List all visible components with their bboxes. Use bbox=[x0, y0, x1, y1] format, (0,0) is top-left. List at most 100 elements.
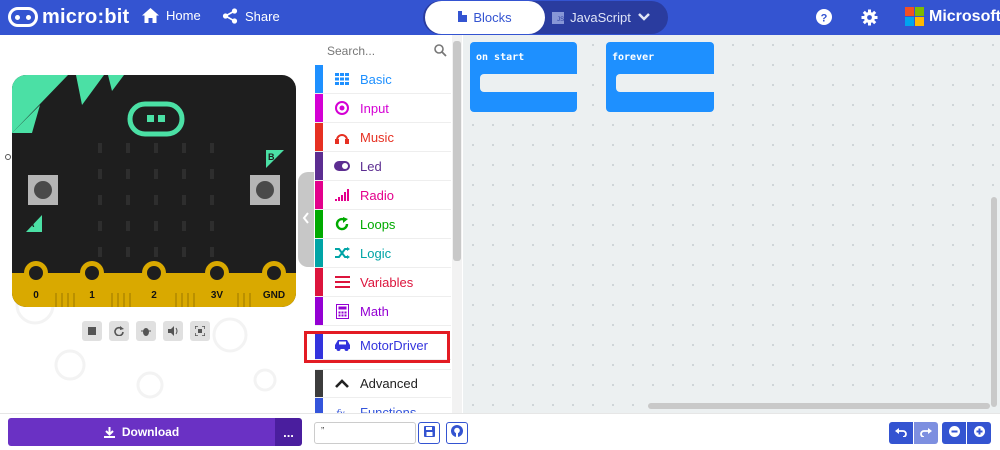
category-label: Music bbox=[360, 129, 394, 145]
forever-block[interactable]: forever bbox=[606, 42, 714, 112]
search-input[interactable]: Search... bbox=[315, 37, 451, 65]
toggle-icon bbox=[333, 157, 351, 175]
toolbox-scrollbar[interactable] bbox=[452, 35, 462, 413]
chevron-up-icon bbox=[333, 375, 351, 393]
microsoft-logo[interactable]: Microsoft bbox=[905, 7, 1000, 26]
share-button[interactable]: Share bbox=[222, 8, 280, 24]
tab-javascript-label: JavaScript bbox=[570, 10, 631, 25]
home-label: Home bbox=[166, 8, 201, 23]
brand-label: Microsoft bbox=[929, 7, 1000, 25]
share-label: Share bbox=[245, 8, 280, 24]
redo-icon bbox=[920, 424, 932, 442]
mute-icon[interactable] bbox=[163, 321, 183, 341]
share-icon bbox=[222, 8, 238, 24]
download-more-button[interactable]: ... bbox=[275, 418, 302, 446]
category-math[interactable]: Math bbox=[315, 297, 451, 326]
chevron-down-icon[interactable] bbox=[637, 9, 651, 30]
category-radio[interactable]: Radio bbox=[315, 181, 451, 210]
gear-icon[interactable] bbox=[861, 9, 878, 31]
function-icon: fx bbox=[333, 403, 351, 413]
category-color-bar bbox=[315, 370, 323, 397]
chevron-left-icon bbox=[302, 211, 310, 229]
loop-icon bbox=[333, 215, 351, 233]
microbit-board: 0 1 2 3V GND A B bbox=[12, 75, 296, 307]
category-color-bar bbox=[315, 152, 323, 180]
shuffle-icon bbox=[333, 244, 351, 262]
block-slot bbox=[480, 74, 577, 92]
on-start-block[interactable]: on start bbox=[470, 42, 577, 112]
save-button[interactable] bbox=[418, 422, 440, 444]
pin-label-1[interactable]: 1 bbox=[77, 290, 107, 301]
category-label: Advanced bbox=[360, 376, 418, 391]
home-button[interactable]: Home bbox=[142, 8, 201, 23]
input-icon bbox=[333, 99, 351, 117]
collapse-simulator-button[interactable] bbox=[298, 172, 314, 267]
category-input[interactable]: Input bbox=[315, 94, 451, 123]
category-functions[interactable]: fx Functions bbox=[315, 398, 451, 413]
pin-label-0[interactable]: 0 bbox=[21, 290, 51, 301]
download-button[interactable]: Download bbox=[8, 418, 275, 446]
simulator-controls bbox=[82, 321, 217, 341]
category-color-bar bbox=[315, 398, 323, 413]
category-music[interactable]: Music bbox=[315, 123, 451, 152]
category-color-bar bbox=[315, 239, 323, 267]
category-label: Loops bbox=[360, 216, 396, 232]
button-b[interactable] bbox=[250, 175, 280, 205]
category-advanced[interactable]: Advanced bbox=[315, 369, 451, 398]
stop-icon[interactable] bbox=[82, 321, 102, 341]
category-color-bar bbox=[315, 268, 323, 296]
category-label: Math bbox=[360, 303, 389, 319]
top-header: micro:bit Home Share Blocks JS JavaScrip… bbox=[0, 0, 1000, 35]
category-label: Basic bbox=[360, 71, 392, 87]
category-color-bar bbox=[315, 181, 323, 209]
button-a[interactable] bbox=[28, 175, 58, 205]
category-led[interactable]: Led bbox=[315, 152, 451, 181]
category-color-bar bbox=[315, 210, 323, 238]
category-logic[interactable]: Logic bbox=[315, 239, 451, 268]
simulator-panel: 0 1 2 3V GND A B bbox=[0, 35, 305, 413]
pin-label-2[interactable]: 2 bbox=[139, 290, 169, 301]
block-label: forever bbox=[612, 52, 655, 63]
restart-icon[interactable] bbox=[109, 321, 129, 341]
microsoft-grid-icon bbox=[905, 7, 924, 26]
category-loops[interactable]: Loops bbox=[315, 210, 451, 239]
blocks-workspace[interactable]: on start forever bbox=[463, 35, 1000, 413]
undo-button[interactable] bbox=[889, 422, 913, 444]
zoom-out-button[interactable] bbox=[942, 422, 966, 444]
workspace-horizontal-scrollbar[interactable] bbox=[648, 403, 990, 409]
github-icon bbox=[451, 424, 463, 442]
save-icon bbox=[423, 424, 435, 442]
redo-button[interactable] bbox=[914, 422, 938, 444]
headphones-icon bbox=[333, 128, 351, 146]
button-a-label: A bbox=[28, 219, 35, 229]
lines-icon bbox=[333, 273, 351, 291]
debug-icon[interactable] bbox=[136, 321, 156, 341]
microbit-logo[interactable]: micro:bit bbox=[8, 4, 129, 30]
help-icon[interactable]: ? bbox=[816, 9, 832, 30]
search-icon[interactable] bbox=[434, 44, 447, 60]
side-dot-left bbox=[5, 154, 11, 160]
category-label: Variables bbox=[360, 274, 414, 290]
toolbox-scroll-thumb[interactable] bbox=[453, 41, 461, 261]
category-label: Input bbox=[360, 100, 389, 116]
signal-icon bbox=[333, 186, 351, 204]
download-icon bbox=[103, 426, 115, 438]
zoom-out-icon bbox=[948, 424, 960, 442]
category-variables[interactable]: Variables bbox=[315, 268, 451, 297]
microbit-logo-icon bbox=[8, 7, 38, 27]
app-name: micro:bit bbox=[42, 5, 130, 28]
pin-label-3v: 3V bbox=[210, 290, 224, 301]
more-label: ... bbox=[283, 424, 294, 440]
tab-javascript[interactable]: JS JavaScript bbox=[544, 1, 639, 34]
tab-blocks[interactable]: Blocks bbox=[425, 1, 545, 34]
fullscreen-icon[interactable] bbox=[190, 321, 210, 341]
github-button[interactable] bbox=[446, 422, 468, 444]
workspace-vertical-scrollbar[interactable] bbox=[991, 197, 997, 407]
button-b-label: B bbox=[268, 152, 275, 162]
zoom-in-button[interactable] bbox=[967, 422, 991, 444]
category-basic[interactable]: Basic bbox=[315, 65, 451, 94]
project-name-input[interactable]: ” bbox=[314, 422, 416, 444]
editor-toggle: Blocks JS JavaScript bbox=[423, 1, 668, 34]
zoom-in-icon bbox=[973, 424, 985, 442]
category-color-bar bbox=[315, 94, 323, 122]
